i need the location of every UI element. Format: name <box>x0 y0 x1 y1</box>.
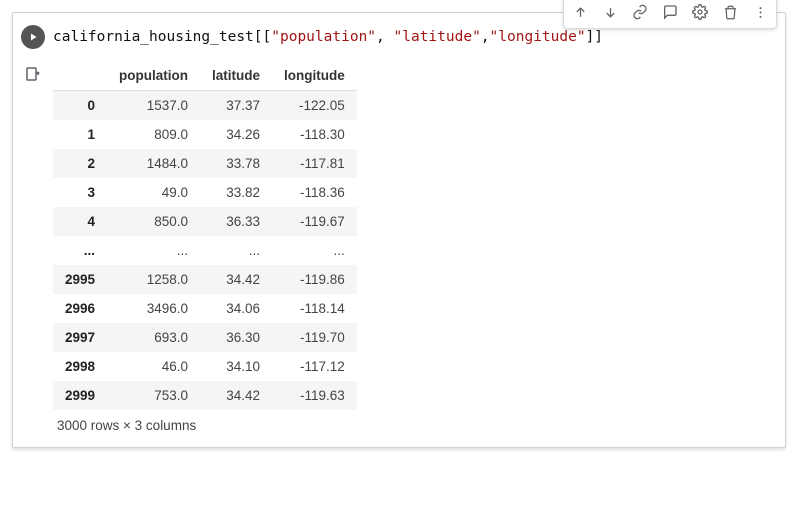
table-cell: 1258.0 <box>107 265 200 294</box>
row-index: 2996 <box>53 294 107 323</box>
table-row: 2997693.036.30-119.70 <box>53 323 357 352</box>
dataframe-shape: 3000 rows × 3 columns <box>53 410 357 433</box>
table-cell: ... <box>107 236 200 265</box>
table-cell: 34.26 <box>200 120 272 149</box>
table-cell: ... <box>200 236 272 265</box>
play-icon <box>27 31 39 43</box>
table-cell: -119.67 <box>272 207 357 236</box>
dataframe-table: population latitude longitude 01537.037.… <box>53 61 357 410</box>
delete-button[interactable] <box>716 0 744 26</box>
move-down-button[interactable] <box>596 0 624 26</box>
table-cell: 753.0 <box>107 381 200 410</box>
run-button-gutter <box>13 25 53 49</box>
table-cell: ... <box>272 236 357 265</box>
code-token-string: "latitude" <box>394 29 481 45</box>
table-cell: -119.63 <box>272 381 357 410</box>
row-index: 3 <box>53 178 107 207</box>
table-row: 29963496.034.06-118.14 <box>53 294 357 323</box>
row-index: 2 <box>53 149 107 178</box>
table-row: ............ <box>53 236 357 265</box>
table-row: 1809.034.26-118.30 <box>53 120 357 149</box>
table-cell: -119.70 <box>272 323 357 352</box>
table-cell: 809.0 <box>107 120 200 149</box>
code-token-bracket: [[ <box>254 29 271 45</box>
table-cell: 850.0 <box>107 207 200 236</box>
table-cell: 1537.0 <box>107 91 200 121</box>
column-header: longitude <box>272 61 357 91</box>
dataframe-output: population latitude longitude 01537.037.… <box>53 61 357 433</box>
table-header-row: population latitude longitude <box>53 61 357 91</box>
notebook-cell: california_housing_test[["population", "… <box>12 12 786 448</box>
table-row: 01537.037.37-122.05 <box>53 91 357 121</box>
code-token-var: california_housing_test <box>53 29 254 45</box>
table-cell: 3496.0 <box>107 294 200 323</box>
table-row: 2999753.034.42-119.63 <box>53 381 357 410</box>
row-index: 0 <box>53 91 107 121</box>
table-cell: 33.78 <box>200 149 272 178</box>
move-up-button[interactable] <box>566 0 594 26</box>
table-cell: -117.12 <box>272 352 357 381</box>
row-index: 2995 <box>53 265 107 294</box>
table-row: 29951258.034.42-119.86 <box>53 265 357 294</box>
table-cell: 34.10 <box>200 352 272 381</box>
table-cell: 33.82 <box>200 178 272 207</box>
link-icon <box>632 4 648 20</box>
table-cell: 36.33 <box>200 207 272 236</box>
row-index: 1 <box>53 120 107 149</box>
table-cell: 37.37 <box>200 91 272 121</box>
run-button[interactable] <box>21 25 45 49</box>
table-cell: -117.81 <box>272 149 357 178</box>
cell-output-area: population latitude longitude 01537.037.… <box>13 61 785 447</box>
table-cell: -118.14 <box>272 294 357 323</box>
arrow-down-icon <box>603 5 618 20</box>
gear-icon <box>692 4 708 20</box>
table-cell: 34.42 <box>200 381 272 410</box>
column-header: population <box>107 61 200 91</box>
table-row: 21484.033.78-117.81 <box>53 149 357 178</box>
row-index: 2999 <box>53 381 107 410</box>
comment-button[interactable] <box>656 0 684 26</box>
row-index: ... <box>53 236 107 265</box>
output-icon <box>24 65 42 83</box>
table-cell: 1484.0 <box>107 149 200 178</box>
table-cell: 693.0 <box>107 323 200 352</box>
column-header: latitude <box>200 61 272 91</box>
more-vertical-icon <box>753 5 768 20</box>
code-token-string: "population" <box>271 29 376 45</box>
table-cell: -118.30 <box>272 120 357 149</box>
table-cell: -122.05 <box>272 91 357 121</box>
more-button[interactable] <box>746 0 774 26</box>
trash-icon <box>723 5 738 20</box>
comment-icon <box>662 4 678 20</box>
table-corner <box>53 61 107 91</box>
cell-toolbar <box>563 0 777 29</box>
table-cell: 34.42 <box>200 265 272 294</box>
settings-button[interactable] <box>686 0 714 26</box>
table-cell: 34.06 <box>200 294 272 323</box>
table-cell: 49.0 <box>107 178 200 207</box>
code-token-string: "longitude" <box>490 29 586 45</box>
table-cell: -119.86 <box>272 265 357 294</box>
row-index: 2998 <box>53 352 107 381</box>
table-cell: 46.0 <box>107 352 200 381</box>
table-cell: 36.30 <box>200 323 272 352</box>
table-row: 299846.034.10-117.12 <box>53 352 357 381</box>
arrow-up-icon <box>573 5 588 20</box>
output-gutter <box>13 61 53 83</box>
code-editor[interactable]: california_housing_test[["population", "… <box>53 25 603 47</box>
link-button[interactable] <box>626 0 654 26</box>
table-row: 349.033.82-118.36 <box>53 178 357 207</box>
table-row: 4850.036.33-119.67 <box>53 207 357 236</box>
code-token-comma: , <box>376 29 393 45</box>
row-index: 2997 <box>53 323 107 352</box>
table-cell: -118.36 <box>272 178 357 207</box>
code-token-comma: , <box>481 29 490 45</box>
code-token-bracket: ]] <box>586 29 603 45</box>
row-index: 4 <box>53 207 107 236</box>
